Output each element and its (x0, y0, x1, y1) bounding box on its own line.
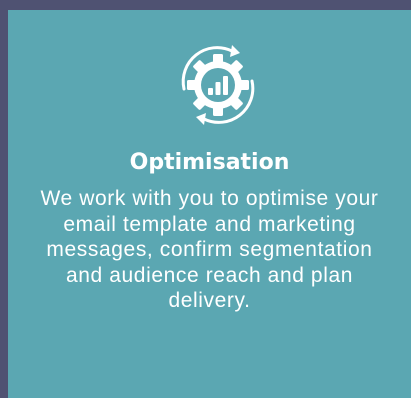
service-card: Optimisation We work with you to optimis… (8, 10, 411, 398)
card-title: Optimisation (129, 150, 290, 175)
card-description: We work with you to optimise your email … (40, 187, 379, 312)
gear-chart-cycle-icon (170, 37, 266, 133)
